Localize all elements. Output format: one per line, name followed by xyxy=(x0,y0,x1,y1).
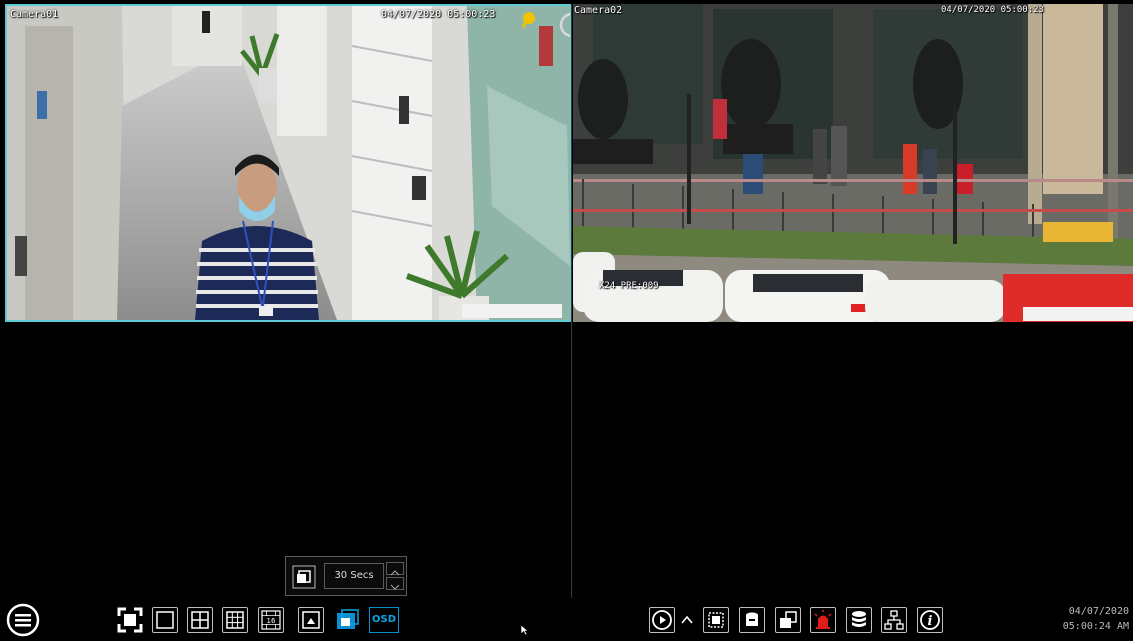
camera-1-feed xyxy=(7,6,570,320)
camera-2-timestamp: 04/07/2020 05:00:23 xyxy=(941,5,1044,15)
interval-up-button[interactable] xyxy=(386,562,404,576)
picture-in-picture-icon xyxy=(302,611,320,629)
camera-1-name: Camera01 xyxy=(10,9,59,20)
layout-16-button[interactable]: 16 xyxy=(258,607,284,633)
network-button[interactable] xyxy=(881,607,907,633)
svg-text:i: i xyxy=(928,614,933,629)
camera-1-timestamp: 04/07/2020 05:00:23 xyxy=(381,9,496,20)
record-button[interactable] xyxy=(739,607,765,633)
disk-icon xyxy=(852,611,866,627)
interval-value[interactable]: 30 Secs xyxy=(324,563,384,589)
quad-view-icon xyxy=(191,611,209,629)
svg-text:16: 16 xyxy=(267,617,276,625)
camera-view-4[interactable] xyxy=(573,323,1133,598)
main-menu-button[interactable] xyxy=(6,603,40,637)
taskbar: 16 OSD i 04/07/2020 05:00:24 AM xyxy=(0,598,1133,641)
single-view-icon xyxy=(156,611,174,629)
clock-date: 04/07/2020 xyxy=(1068,606,1129,617)
info-button[interactable]: i xyxy=(917,607,943,633)
snapshot-button[interactable] xyxy=(703,607,729,633)
alarm-siren-icon xyxy=(814,610,832,629)
info-icon: i xyxy=(920,610,940,630)
system-clock: 04/07/2020 05:00:24 AM xyxy=(1063,604,1129,634)
playback-button[interactable] xyxy=(649,607,675,633)
snapshot-icon xyxy=(708,612,724,628)
fullscreen-icon xyxy=(117,607,143,633)
disk-button[interactable] xyxy=(846,607,872,633)
interval-down-button[interactable] xyxy=(386,577,404,590)
pip-button[interactable] xyxy=(298,607,324,633)
nine-view-icon xyxy=(226,611,244,629)
sixteen-view-icon: 16 xyxy=(261,610,281,630)
layout-9-button[interactable] xyxy=(222,607,248,633)
sequence-button[interactable] xyxy=(334,607,360,633)
backup-button[interactable] xyxy=(775,607,801,633)
mouse-cursor-icon xyxy=(520,624,529,636)
record-disk-icon xyxy=(746,612,758,626)
sequence-icon xyxy=(292,565,316,589)
camera-2-name: Camera02 xyxy=(574,5,623,16)
fullscreen-button[interactable] xyxy=(117,607,143,633)
clock-time: 05:00:24 AM xyxy=(1062,621,1129,632)
camera-2-ptz-overlay: X24 PRE:009 xyxy=(599,281,659,291)
sequence-interval-popup: 30 Secs xyxy=(285,556,407,596)
sequence-view-icon xyxy=(337,609,359,629)
layout-4-button[interactable] xyxy=(187,607,213,633)
camera-view-1[interactable]: Camera01 04/07/2020 05:00:23 xyxy=(5,4,572,322)
alarm-button[interactable] xyxy=(810,607,836,633)
camera-grid: Camera01 04/07/2020 05:00:23 Camera02 04… xyxy=(0,0,1133,598)
camera-2-feed xyxy=(573,4,1133,322)
backup-icon xyxy=(780,611,797,628)
camera-view-2[interactable]: Camera02 04/07/2020 05:00:23 X24 PRE:009 xyxy=(573,4,1133,322)
osd-toggle-button[interactable]: OSD xyxy=(369,607,399,633)
expand-up-button[interactable] xyxy=(678,607,696,633)
network-icon xyxy=(884,610,904,630)
grid-divider xyxy=(571,4,572,598)
layout-1-button[interactable] xyxy=(152,607,178,633)
menu-icon xyxy=(6,603,40,637)
chevron-up-icon xyxy=(681,615,693,624)
play-icon xyxy=(652,610,672,630)
